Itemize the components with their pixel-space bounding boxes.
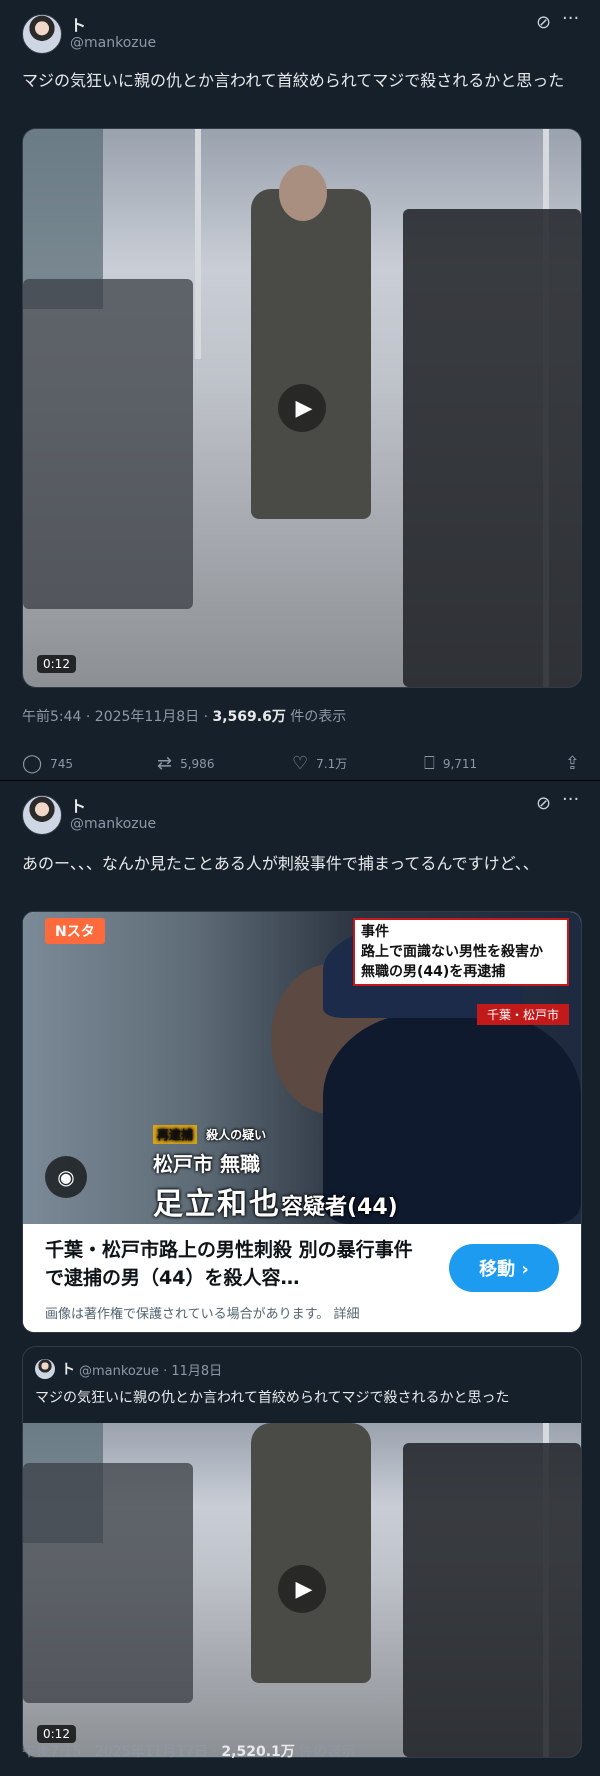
seat-right [403,1443,581,1757]
news-image: Nスタ 事件 路上で面識ない男性を殺害か 無職の男(44)を再逮捕 千葉・松戸市… [23,912,581,1224]
action-bar: ◯ 745 ⇄ 5,986 ♡ 7.1万 ⎕ 9,711 ⇪ [22,753,582,777]
channel-logo: Nスタ [45,918,105,944]
caption-name: 足立和也 [153,1187,281,1222]
repost-count: 5,986 [180,756,215,771]
quote-card[interactable]: ト @mankozue · 11月8日 マジの気狂いに親の仇とか言われて首絞めら… [22,1346,582,1758]
bookmark-count: 9,711 [442,756,478,771]
like-button[interactable]: ♡ 7.1万 [292,753,347,774]
timestamp[interactable]: 午後7:15 · 2025年11月17日 · [22,1744,221,1760]
seat-right [403,209,581,687]
news-headline-box: 事件 路上で面識ない男性を殺害か 無職の男(44)を再逮捕 [353,918,569,986]
tweet-post: ト @mankozue ⊘ ··· あのー、、、なんか見たことある人が刺殺事件で… [0,780,600,1776]
man-figure [251,189,371,519]
man-head [279,165,327,221]
reply-count: 745 [50,756,74,771]
seat-left [23,279,193,609]
caption-name-line: 足立和也容疑者(44) [153,1179,398,1223]
post-text: マジの気狂いに親の仇とか言われて首絞められてマジで殺されるかと思った [22,71,565,90]
post-meta: 午後7:15 · 2025年11月17日 · 2,520.1万 件の表示 [22,1741,355,1761]
reply-icon: ◯ [22,753,43,774]
author-name[interactable]: ト [70,793,86,817]
quote-author-handle: @mankozue · 11月8日 [79,1364,223,1379]
post-text: あのー、、、なんか見たことある人が刺殺事件で捕まってるんですけど、、 [22,854,539,873]
caption-suffix: 容疑者(44) [281,1195,398,1220]
grok-icon[interactable]: ⊘ [536,793,551,814]
place-tag: 千葉・松戸市 [476,1004,569,1025]
more-icon[interactable]: ··· [562,789,579,810]
play-button[interactable]: ▶ [278,1565,326,1613]
share-icon[interactable]: ⇪ [565,753,580,774]
grok-icon[interactable]: ⊘ [536,12,551,33]
play-button[interactable]: ▶ [278,384,326,432]
like-count: 7.1万 [316,757,348,771]
heart-icon: ♡ [292,753,309,774]
video-duration: 0:12 [37,655,76,673]
author-handle[interactable]: @mankozue [70,35,156,51]
copyright-notice: 画像は著作権で保護されている場合があります。 詳細 [45,1307,360,1322]
repost-icon: ⇄ [157,753,173,774]
lens-icon[interactable]: ◉ [45,1156,87,1198]
headline-line1: 路上で面識ない男性を殺害か [361,944,543,960]
quote-video[interactable]: ▶ 0:12 [23,1423,581,1757]
quote-text: マジの気狂いに親の仇とか言われて首絞められてマジで殺されるかと思った [35,1390,510,1406]
quote-author-name: ト [61,1362,75,1378]
view-suffix: 件の表示 [285,709,347,725]
headline-line2: 無職の男(44)を再逮捕 [361,964,506,980]
view-count: 2,520.1万 [221,1744,295,1760]
news-title[interactable]: 千葉・松戸市路上の男性刺殺 別の暴行事件で逮捕の男（44）を殺人容… [45,1236,425,1292]
play-icon: ▶ [295,1576,313,1602]
reply-button[interactable]: ◯ 745 [22,753,73,774]
repost-button[interactable]: ⇄ 5,986 [157,753,214,774]
video-player[interactable]: ▶ 0:12 [22,128,582,688]
more-icon[interactable]: ··· [562,8,579,29]
view-suffix: 件の表示 [294,1744,356,1760]
pole [195,129,201,359]
tweet-post: ト @mankozue ⊘ ··· マジの気狂いに親の仇とか言われて首絞められて… [0,0,600,780]
suspect-caption: 再逮捕 殺人の疑い 松戸市 無職 足立和也容疑者(44) [153,1124,398,1223]
caption-occupation: 松戸市 無職 [153,1152,260,1176]
caption-tag: 再逮捕 [153,1125,198,1144]
news-card[interactable]: Nスタ 事件 路上で面識ない男性を殺害か 無職の男(44)を再逮捕 千葉・松戸市… [22,911,582,1333]
play-icon: ▶ [295,395,313,421]
author-handle[interactable]: @mankozue [70,816,156,832]
man-figure [251,1423,371,1683]
quote-avatar [35,1359,55,1379]
timestamp[interactable]: 午前5:44 · 2025年11月8日 · [22,709,213,725]
author-name[interactable]: ト [70,12,86,36]
view-count: 3,569.6万 [212,709,286,725]
post-meta: 午前5:44 · 2025年11月8日 · 3,569.6万 件の表示 [22,706,346,726]
goto-button[interactable]: 移動 › [449,1244,559,1292]
bookmark-button[interactable]: ⎕ 9,711 [424,753,477,774]
caption-tag2: 殺人の疑い [206,1128,267,1142]
avatar[interactable] [22,14,62,54]
news-footer: 千葉・松戸市路上の男性刺殺 別の暴行事件で逮捕の男（44）を殺人容… 移動 › … [23,1224,581,1332]
avatar[interactable] [22,795,62,835]
headline-tag: 事件 [361,924,389,940]
bookmark-icon: ⎕ [424,753,435,774]
seat-left [23,1463,193,1703]
